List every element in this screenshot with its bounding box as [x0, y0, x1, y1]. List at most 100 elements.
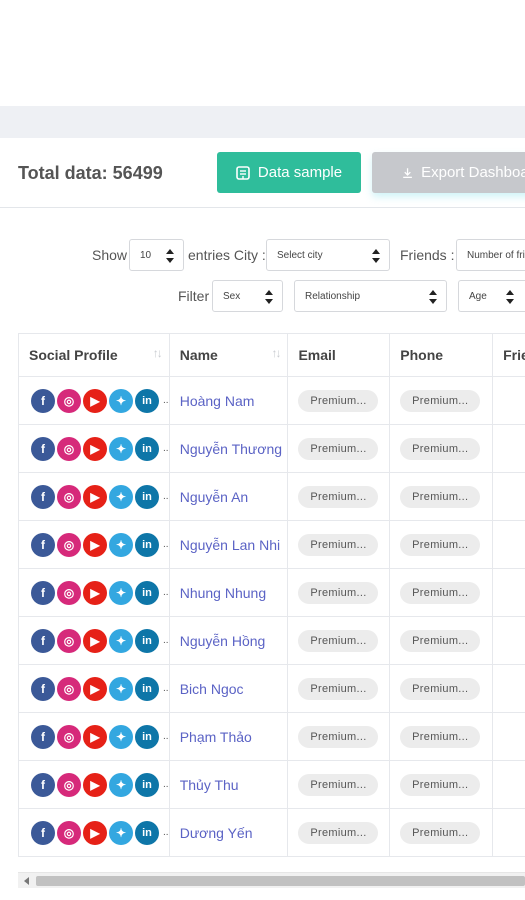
instagram-icon[interactable]: ◎ [57, 388, 81, 413]
twitter-icon[interactable]: ✦ [109, 532, 133, 557]
profile-name-link[interactable]: Nguyễn Lan Nhi [170, 537, 280, 553]
premium-phone-badge[interactable]: Premium... [400, 677, 481, 700]
column-header-social-profile[interactable]: Social Profile ↑↓ [19, 334, 170, 376]
instagram-icon[interactable]: ◎ [57, 628, 81, 653]
linkedin-icon[interactable]: in [135, 820, 159, 845]
premium-email-badge[interactable]: Premium... [298, 725, 379, 748]
youtube-icon[interactable]: ▶ [83, 820, 107, 845]
linkedin-icon[interactable]: in [135, 532, 159, 557]
premium-email-badge[interactable]: Premium... [298, 677, 379, 700]
instagram-icon[interactable]: ◎ [57, 820, 81, 845]
relationship-select[interactable]: Relationship [294, 280, 447, 312]
linkedin-icon[interactable]: in [135, 436, 159, 461]
age-select[interactable]: Age [458, 280, 525, 312]
premium-phone-badge[interactable]: Premium... [400, 773, 481, 796]
profile-name-link[interactable]: Phạm Thảo [170, 729, 252, 745]
facebook-icon[interactable]: f [31, 580, 55, 605]
youtube-icon[interactable]: ▶ [83, 484, 107, 509]
youtube-icon[interactable]: ▶ [83, 724, 107, 749]
linkedin-icon[interactable]: in [135, 628, 159, 653]
premium-email-badge[interactable]: Premium... [298, 821, 379, 844]
profile-name-link[interactable]: Nguyễn An [170, 489, 249, 505]
facebook-icon[interactable]: f [31, 628, 55, 653]
premium-phone-badge[interactable]: Premium... [400, 725, 481, 748]
premium-email-badge[interactable]: Premium... [298, 629, 379, 652]
sex-select[interactable]: Sex [212, 280, 283, 312]
scroll-thumb[interactable] [36, 876, 525, 886]
youtube-icon[interactable]: ▶ [83, 580, 107, 605]
twitter-icon[interactable]: ✦ [109, 388, 133, 413]
twitter-icon[interactable]: ✦ [109, 724, 133, 749]
profile-name-link[interactable]: Dương Yến [170, 825, 253, 841]
sort-arrows-icon [506, 290, 515, 304]
horizontal-scrollbar[interactable] [18, 872, 525, 888]
youtube-icon[interactable]: ▶ [83, 436, 107, 461]
instagram-icon[interactable]: ◎ [57, 676, 81, 701]
premium-email-badge[interactable]: Premium... [298, 581, 379, 604]
column-header-name[interactable]: Name ↑↓ [170, 334, 289, 376]
linkedin-icon[interactable]: in [135, 724, 159, 749]
instagram-icon[interactable]: ◎ [57, 772, 81, 797]
friends-select[interactable]: Number of friends [456, 239, 525, 271]
city-select[interactable]: Select city [266, 239, 390, 271]
instagram-icon[interactable]: ◎ [57, 484, 81, 509]
instagram-icon[interactable]: ◎ [57, 724, 81, 749]
scroll-left-icon[interactable] [24, 877, 29, 885]
profile-name-link[interactable]: Hoàng Nam [170, 393, 255, 409]
youtube-icon[interactable]: ▶ [83, 388, 107, 413]
facebook-icon[interactable]: f [31, 532, 55, 557]
facebook-icon[interactable]: f [31, 436, 55, 461]
name-cell: Nguyễn Hồng [170, 617, 289, 664]
twitter-icon[interactable]: ✦ [109, 820, 133, 845]
friends-select-value: Number of friends [467, 249, 525, 261]
premium-phone-badge[interactable]: Premium... [400, 437, 481, 460]
facebook-icon[interactable]: f [31, 676, 55, 701]
premium-phone-badge[interactable]: Premium... [400, 485, 481, 508]
facebook-icon[interactable]: f [31, 388, 55, 413]
facebook-icon[interactable]: f [31, 724, 55, 749]
twitter-icon[interactable]: ✦ [109, 676, 133, 701]
youtube-icon[interactable]: ▶ [83, 772, 107, 797]
premium-phone-badge[interactable]: Premium... [400, 821, 481, 844]
profile-name-link[interactable]: Bich Ngoc [170, 681, 244, 697]
profile-name-link[interactable]: Nhung Nhung [170, 585, 266, 601]
twitter-icon[interactable]: ✦ [109, 484, 133, 509]
export-dashboard-button[interactable]: Export Dashboard [372, 152, 525, 193]
facebook-icon[interactable]: f [31, 820, 55, 845]
premium-phone-badge[interactable]: Premium... [400, 629, 481, 652]
premium-email-badge[interactable]: Premium... [298, 533, 379, 556]
linkedin-icon[interactable]: in [135, 676, 159, 701]
twitter-icon[interactable]: ✦ [109, 580, 133, 605]
youtube-icon[interactable]: ▶ [83, 676, 107, 701]
premium-email-badge[interactable]: Premium... [298, 773, 379, 796]
profile-name-link[interactable]: Thủy Thu [170, 777, 239, 793]
youtube-icon[interactable]: ▶ [83, 628, 107, 653]
sort-arrows-icon [429, 290, 438, 304]
entries-select[interactable]: 10 [129, 239, 184, 271]
twitter-icon[interactable]: ✦ [109, 436, 133, 461]
linkedin-icon[interactable]: in [135, 388, 159, 413]
profile-name-link[interactable]: Nguyễn Hồng [170, 633, 266, 649]
premium-email-badge[interactable]: Premium... [298, 485, 379, 508]
youtube-icon[interactable]: ▶ [83, 532, 107, 557]
social-profile-cell: f ◎ ▶ ✦ in.. [19, 521, 170, 568]
premium-email-badge[interactable]: Premium... [298, 437, 379, 460]
linkedin-icon[interactable]: in [135, 580, 159, 605]
premium-phone-badge[interactable]: Premium... [400, 581, 481, 604]
premium-phone-badge[interactable]: Premium... [400, 389, 481, 412]
profile-name-link[interactable]: Nguyễn Thương [170, 441, 282, 457]
twitter-icon[interactable]: ✦ [109, 772, 133, 797]
instagram-icon[interactable]: ◎ [57, 580, 81, 605]
facebook-icon[interactable]: f [31, 484, 55, 509]
instagram-icon[interactable]: ◎ [57, 436, 81, 461]
twitter-icon[interactable]: ✦ [109, 628, 133, 653]
linkedin-icon[interactable]: in [135, 484, 159, 509]
instagram-icon[interactable]: ◎ [57, 532, 81, 557]
table-header-row: Social Profile ↑↓ Name ↑↓ Email Phone Fr… [19, 334, 525, 377]
data-sample-button[interactable]: Data sample [217, 152, 361, 193]
premium-email-badge[interactable]: Premium... [298, 389, 379, 412]
linkedin-icon[interactable]: in [135, 772, 159, 797]
phone-cell: Premium... [390, 425, 494, 472]
facebook-icon[interactable]: f [31, 772, 55, 797]
premium-phone-badge[interactable]: Premium... [400, 533, 481, 556]
